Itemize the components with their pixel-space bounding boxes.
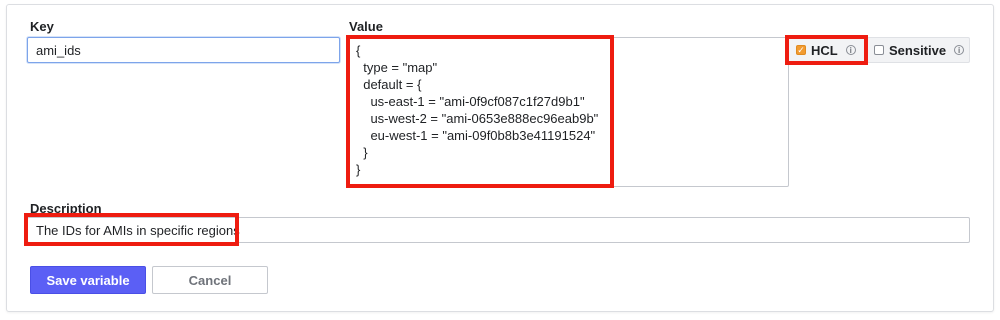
cancel-button[interactable]: Cancel: [152, 266, 268, 294]
description-input[interactable]: [27, 217, 970, 243]
sensitive-checkbox-box-icon: [874, 45, 884, 55]
hcl-label: HCL: [811, 42, 838, 58]
key-input[interactable]: [27, 37, 340, 63]
sensitive-label: Sensitive: [889, 42, 947, 58]
sensitive-checkbox[interactable]: Sensitive i: [867, 37, 970, 63]
hcl-checkbox[interactable]: ✓ HCL i: [787, 37, 867, 63]
value-textarea[interactable]: { type = "map" default = { us-east-1 = "…: [349, 37, 789, 187]
save-variable-button[interactable]: Save variable: [30, 266, 146, 294]
hcl-info-icon[interactable]: i: [845, 45, 856, 55]
description-label: Description: [30, 201, 102, 216]
value-label: Value: [349, 19, 383, 34]
hcl-checkbox-check-icon: ✓: [796, 44, 806, 55]
sensitive-info-icon[interactable]: i: [954, 45, 965, 55]
key-label: Key: [30, 19, 54, 34]
